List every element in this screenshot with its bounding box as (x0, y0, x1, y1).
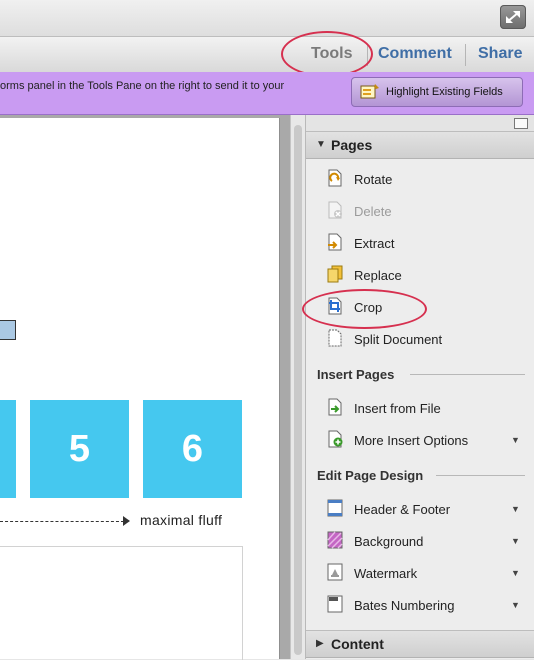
dropdown-arrow-icon[interactable]: ▼ (511, 435, 520, 445)
extract-icon (328, 233, 342, 251)
split-icon (328, 329, 342, 347)
rotate-icon (328, 169, 342, 187)
task-toolbar: Tools Comment Share (0, 36, 534, 73)
rotate-tool[interactable]: Rotate (306, 165, 534, 193)
background-tool[interactable]: Background ▼ (306, 527, 534, 555)
delete-tool[interactable]: Delete (306, 197, 534, 225)
dropdown-arrow-icon[interactable]: ▼ (511, 568, 520, 578)
tile-6: 6 (143, 400, 242, 498)
forms-message-text: orms panel in the Tools Pane on the righ… (0, 80, 285, 92)
expand-arrows-icon (506, 11, 520, 23)
insert-from-file-tool[interactable]: Insert from File (306, 394, 534, 422)
tile-5: 5 (30, 400, 129, 498)
delete-label: Delete (354, 204, 392, 219)
document-lower-box (0, 546, 243, 660)
scrollbar-thumb[interactable] (294, 125, 302, 655)
more-insert-options-tool[interactable]: More Insert Options ▼ (306, 426, 534, 454)
window-title-strip (0, 0, 534, 36)
content-section-header[interactable]: ▶ Content (306, 630, 534, 658)
replace-label: Replace (354, 268, 402, 283)
highlight-existing-fields-label: Highlight Existing Fields (386, 86, 503, 98)
annotation-circle-tools (281, 31, 373, 77)
split-document-tool[interactable]: Split Document (306, 325, 534, 353)
replace-icon (327, 265, 343, 283)
watermark-label: Watermark (354, 566, 418, 581)
expand-triangle-icon: ▶ (316, 638, 324, 649)
insert-pages-heading: Insert Pages (317, 367, 395, 382)
header-footer-icon (327, 499, 343, 517)
pages-section-header[interactable]: ▼ Pages (306, 131, 534, 159)
forms-message-bar: orms panel in the Tools Pane on the righ… (0, 72, 534, 115)
extract-tool[interactable]: Extract (306, 229, 534, 257)
bates-icon (327, 595, 343, 613)
insert-options-icon (328, 430, 343, 448)
more-insert-options-label: More Insert Options (354, 433, 469, 448)
pane-options-icon[interactable] (514, 118, 528, 129)
maximal-fluff-caption: maximal fluff (140, 512, 223, 528)
bates-numbering-tool[interactable]: Bates Numbering ▼ (306, 591, 534, 619)
highlight-fields-icon (360, 84, 379, 99)
content-section-title: Content (331, 636, 384, 652)
toolbar-divider (465, 44, 466, 66)
background-label: Background (354, 534, 424, 549)
bates-numbering-label: Bates Numbering (354, 598, 455, 613)
collapse-triangle-icon: ▼ (316, 139, 326, 150)
highlight-existing-fields-button[interactable]: Highlight Existing Fields (351, 77, 523, 107)
edit-page-design-heading: Edit Page Design (317, 468, 424, 483)
group-divider (410, 374, 525, 375)
form-field-box[interactable] (0, 320, 16, 340)
tools-pane: ▼ Pages Rotate Delete Extract Replace Cr… (305, 115, 534, 659)
dashed-arrow-line (0, 521, 124, 522)
extract-label: Extract (354, 236, 395, 251)
annotation-circle-crop (302, 289, 427, 329)
insert-file-icon (328, 398, 342, 416)
dropdown-arrow-icon[interactable]: ▼ (511, 504, 520, 514)
watermark-icon (327, 563, 343, 581)
header-footer-tool[interactable]: Header & Footer ▼ (306, 495, 534, 523)
comment-tab[interactable]: Comment (378, 45, 452, 63)
share-tab[interactable]: Share (478, 45, 522, 63)
delete-icon (328, 201, 342, 219)
group-divider (436, 475, 525, 476)
header-footer-label: Header & Footer (354, 502, 451, 517)
watermark-tool[interactable]: Watermark ▼ (306, 559, 534, 587)
pages-section-title: Pages (331, 137, 373, 153)
pane-top-strip (306, 115, 534, 132)
arrowhead (123, 516, 130, 526)
tile-partial (0, 400, 16, 498)
document-scrollbar[interactable] (290, 115, 305, 659)
split-document-label: Split Document (354, 332, 443, 347)
background-icon (327, 531, 343, 549)
replace-tool[interactable]: Replace (306, 261, 534, 289)
insert-from-file-label: Insert from File (354, 401, 441, 416)
fullscreen-button[interactable] (500, 5, 526, 29)
dropdown-arrow-icon[interactable]: ▼ (511, 600, 520, 610)
rotate-label: Rotate (354, 172, 393, 187)
dropdown-arrow-icon[interactable]: ▼ (511, 536, 520, 546)
